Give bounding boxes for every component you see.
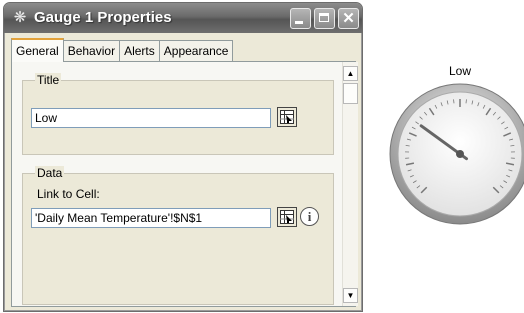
scroll-up-arrow-icon[interactable]: ▲ xyxy=(343,66,358,81)
title-group: Title Low xyxy=(22,73,334,155)
tab-strip: General Behavior Alerts Appearance xyxy=(11,38,234,62)
cell-picker-icon xyxy=(280,210,294,224)
tab-alerts[interactable]: Alerts xyxy=(120,40,160,61)
cell-picker-button[interactable] xyxy=(277,207,297,227)
close-button[interactable]: ✕ xyxy=(338,8,359,29)
gauge-hub xyxy=(456,150,464,158)
gauge-dial xyxy=(389,83,524,225)
title-group-legend: Title xyxy=(35,73,62,87)
maximize-button[interactable] xyxy=(314,8,335,29)
data-group-legend: Data xyxy=(35,166,65,180)
scroll-down-arrow-icon[interactable]: ▼ xyxy=(343,288,358,303)
minimize-button[interactable] xyxy=(290,8,311,29)
data-group: Data Link to Cell: 'Daily Mean Temperatu… xyxy=(22,166,334,305)
tab-behavior[interactable]: Behavior xyxy=(63,40,121,61)
gauge-label: Low xyxy=(448,64,471,78)
vertical-scrollbar[interactable]: ▲ ▼ xyxy=(342,62,358,306)
general-panel: Title Low Data Link to Cell: 'Daily Mean… xyxy=(11,61,358,307)
title-input[interactable]: Low xyxy=(31,108,271,128)
cell-picker-button[interactable] xyxy=(277,107,297,127)
link-to-cell-input[interactable]: 'Daily Mean Temperature'!$N$1 xyxy=(31,208,271,228)
info-icon[interactable]: i xyxy=(300,207,319,226)
window-title: Gauge 1 Properties xyxy=(34,9,172,26)
scroll-thumb[interactable] xyxy=(343,83,358,104)
tab-appearance[interactable]: Appearance xyxy=(159,40,234,61)
title-bar[interactable]: ❋ Gauge 1 Properties ✕ xyxy=(4,3,362,33)
close-icon: ✕ xyxy=(342,10,355,27)
gauge-icon: ❋ xyxy=(13,9,27,26)
link-to-cell-label: Link to Cell: xyxy=(37,187,100,201)
properties-dialog: ❋ Gauge 1 Properties ✕ General Behavior … xyxy=(3,2,363,312)
cell-picker-icon xyxy=(280,110,294,124)
tab-general[interactable]: General xyxy=(11,38,64,62)
